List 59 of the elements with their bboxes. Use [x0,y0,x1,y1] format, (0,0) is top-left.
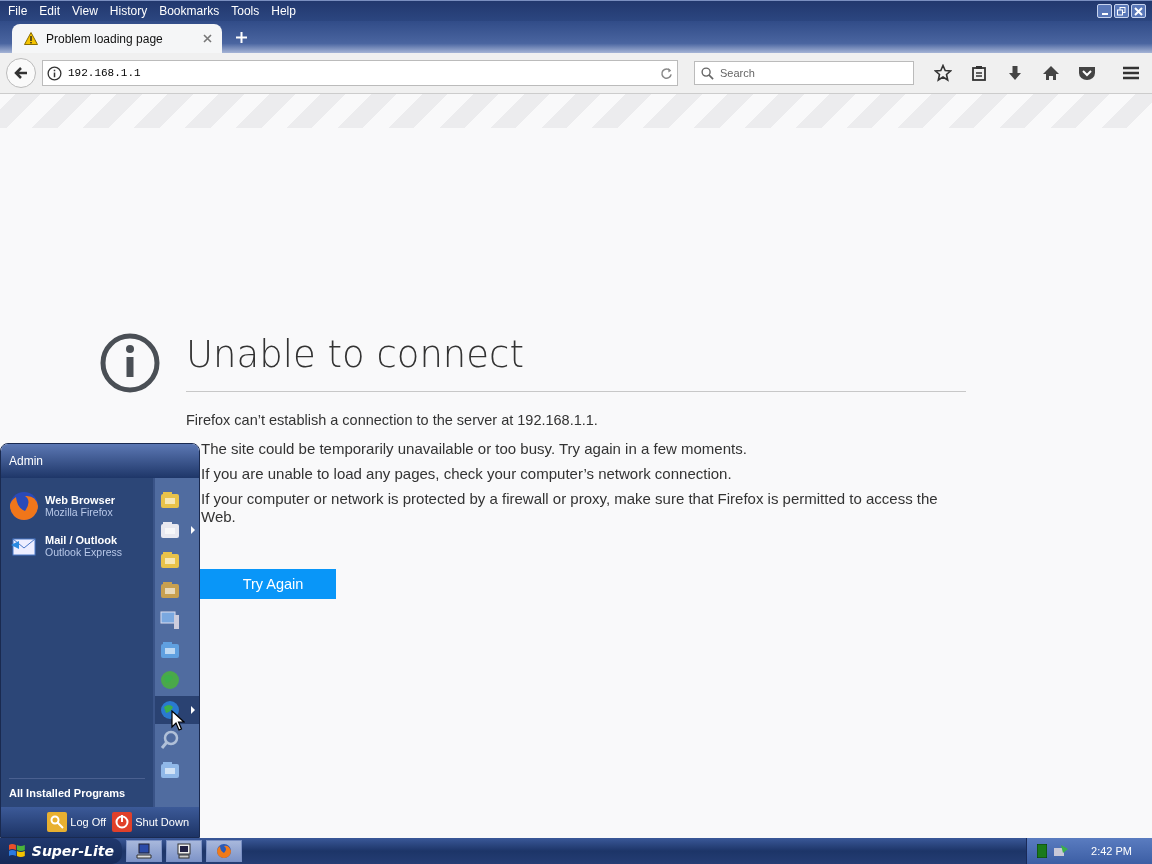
start-button[interactable]: Super-Lite [0,838,122,864]
suggestion-text: If you are unable to load any pages, check your computer’s network connection. [201,465,733,483]
suggestion-text: If your computer or network is protected by a firewall or proxy, make sure that Firefox is permitted to access the Web. [201,490,939,526]
magnifier-icon[interactable] [159,729,181,751]
address-bar[interactable]: 192.168.1.1 [42,60,678,86]
menu-item[interactable]: History [107,4,154,18]
info-icon[interactable] [47,65,62,81]
program-item[interactable]: Web Browser Mozilla Firefox [9,488,153,524]
menu-item[interactable]: Edit [37,4,67,18]
power-icon [112,812,133,832]
menu-item[interactable]: View [70,4,104,18]
minimize-button[interactable] [1097,4,1112,18]
search-input[interactable]: Search [718,66,907,80]
close-tab-icon[interactable] [203,34,212,43]
reload-icon[interactable] [660,66,673,80]
download-arrow-icon [1007,65,1023,81]
terminal-icon [176,843,192,859]
network-icon[interactable] [1053,844,1070,858]
pocket-icon [1078,65,1096,81]
warning-icon [24,32,38,45]
menu-item[interactable]: File [6,4,34,18]
firefox-icon [9,491,39,521]
search-field[interactable]: Search [694,61,914,85]
new-tab-icon[interactable] [236,32,247,43]
restore-button[interactable] [1114,4,1129,18]
suggestion-text: The site could be temporarily unavailable or too busy. Try again in a few moments. [201,440,748,458]
place-item[interactable] [155,696,199,724]
back-arrow-icon [13,65,29,81]
folder-icon[interactable] [159,549,181,571]
windows-flag-icon [8,843,26,859]
info-icon [100,333,160,393]
star-icon [934,64,952,82]
computer-icon [136,843,152,859]
clipboard-icon [971,65,987,81]
close-icon [1134,6,1143,16]
close-button[interactable] [1131,4,1146,18]
menu-icon [1122,66,1140,80]
program-item[interactable]: Mail / Outlook Outlook Express [9,528,153,564]
menu-item[interactable]: Tools [229,4,266,18]
shut-down-button[interactable]: Shut Down [112,812,189,832]
mouse-pointer-icon [171,710,185,732]
firefox-icon [216,843,232,859]
menu-item[interactable]: Bookmarks [157,4,226,18]
log-off-button[interactable]: Log Off [47,812,107,832]
menu-item[interactable]: Help [269,4,302,18]
browser-tab[interactable]: Problem loading page [12,24,222,53]
back-button[interactable] [6,58,36,88]
computer-icon[interactable] [159,609,181,631]
error-message: Firefox can’t establish a connection to the server at 192.168.1.1. [186,412,599,428]
error-title: Unable to connect [186,333,966,392]
all-programs-link[interactable]: All Installed Programs [9,778,145,799]
quick-launch-button[interactable] [166,840,202,862]
clock: 2:42 PM [1091,845,1132,857]
quick-launch-button[interactable] [126,840,162,862]
search-icon [701,66,714,80]
folder-icon[interactable] [159,489,181,511]
home-icon [1042,65,1060,81]
restore-icon [1117,6,1126,16]
user-name: Admin [9,454,43,468]
